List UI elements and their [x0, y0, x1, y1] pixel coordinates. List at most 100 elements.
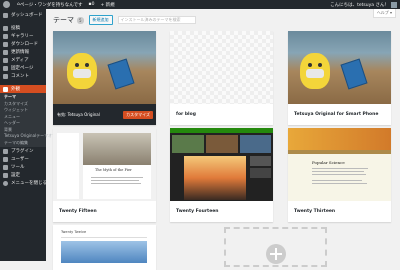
appearance-submenu: テーマ カスタマイズ ウィジェット メニュー ヘッダー 背景 Tetsuya O…: [0, 93, 68, 147]
greeting: こんにちは、tetsuya さん！: [330, 2, 389, 8]
active-theme-bar: 有効: Tetsuya Original カスタマイズ: [53, 104, 156, 125]
theme-card[interactable]: for blog: [170, 31, 273, 125]
menu-users[interactable]: ユーザー: [0, 155, 46, 163]
dashboard-icon: [3, 12, 8, 18]
menu-label: メニューを閉じる: [11, 181, 47, 186]
post-preview: The Myth of the Pier: [83, 133, 151, 199]
theme-screenshot: [53, 31, 156, 104]
page-icon: [3, 65, 8, 71]
menu-label: ギャラリー: [11, 34, 34, 39]
new-label: + 新規: [100, 2, 115, 8]
submenu-theme-editor[interactable]: テーマの編集: [0, 140, 46, 147]
duck-character: [67, 53, 97, 89]
theme-screenshot: Popular Science: [288, 128, 391, 201]
banner-image: [61, 241, 147, 263]
header-preview: [288, 128, 391, 150]
page-header: テーマ 5 新規追加 インストール済みのテーマを検索: [53, 15, 196, 25]
avatar: [391, 1, 397, 8]
menu-label: 外観: [11, 87, 20, 92]
theme-card-active[interactable]: 有効: Tetsuya Original カスタマイズ: [53, 31, 156, 125]
menu-label: 設定: [11, 173, 20, 178]
theme-name: Twenty Fifteen: [59, 209, 97, 214]
menu-label: ツール: [11, 165, 25, 170]
menu-dashboard[interactable]: ダッシュボード: [0, 11, 46, 19]
header-bar-preview: [170, 128, 273, 133]
download-icon: [3, 41, 8, 47]
duck-character: [300, 53, 330, 89]
theme-card[interactable]: The Myth of the Pier Twenty Fifteen: [53, 128, 156, 222]
pier-image: [83, 133, 151, 165]
user-icon: [3, 156, 8, 162]
appearance-icon: [3, 86, 8, 92]
theme-name: for blog: [176, 112, 196, 117]
help-label: ヘルプ: [376, 10, 389, 15]
menu-label: コメント: [11, 74, 29, 79]
box-graphic: [107, 58, 135, 90]
news-icon: [3, 49, 8, 55]
active-prefix: 有効:: [57, 111, 67, 117]
menu-label: メディア: [11, 58, 29, 63]
theme-card[interactable]: Popular Science Twenty Thirteen: [288, 128, 391, 222]
theme-screenshot: [170, 128, 273, 201]
tool-icon: [3, 164, 8, 170]
wordpress-logo-menu[interactable]: [0, 0, 14, 9]
theme-count: 5: [77, 16, 84, 24]
theme-screenshot: [170, 31, 273, 104]
menu-label: ユーザー: [11, 157, 29, 162]
menu-media[interactable]: メディア: [0, 56, 46, 64]
theme-card[interactable]: Twenty Fourteen: [170, 128, 273, 222]
theme-search-input[interactable]: インストール済みのテーマを検索: [117, 16, 196, 24]
plus-icon: [266, 244, 286, 264]
plugin-icon: [3, 148, 8, 154]
menu-label: 固定ページ: [11, 66, 34, 71]
media-icon: [3, 57, 8, 63]
sidebar-preview: [57, 133, 79, 199]
comments-link[interactable]: ▪ 0: [86, 0, 98, 9]
wordpress-icon: [3, 1, 10, 8]
theme-name: Twenty Fourteen: [176, 209, 219, 214]
box-graphic: [340, 58, 368, 90]
post-title: Popular Science: [312, 160, 345, 165]
menu-tools[interactable]: ツール: [0, 163, 46, 171]
hero-image: [184, 156, 246, 200]
help-tab[interactable]: ヘルプ ▾: [372, 9, 396, 18]
my-account-link[interactable]: こんにちは、tetsuya さん！: [327, 0, 400, 9]
menu-label: 更新情報: [11, 50, 29, 55]
themes-screen: ヘルプ ▾ テーマ 5 新規追加 インストール済みのテーマを検索 有効: Tet…: [46, 9, 400, 270]
theme-card[interactable]: Tetsuya Original for Smart Phone: [288, 31, 391, 125]
submenu-theme-options[interactable]: Tetsuya Originalテーマオプション: [0, 133, 68, 140]
theme-card[interactable]: Twenty Twelve: [53, 225, 156, 270]
site-name-link[interactable]: ⌂ ページ・ワンダを持ちなんです: [14, 0, 86, 9]
site-name: ページ・ワンダを持ちなんです: [19, 2, 83, 8]
menu-news[interactable]: 更新情報: [0, 48, 46, 56]
comment-count: 0: [91, 2, 95, 7]
admin-bar: ⌂ ページ・ワンダを持ちなんです ▪ 0 + 新規 こんにちは、tetsuya …: [0, 0, 400, 9]
page-title: テーマ: [53, 16, 74, 24]
menu-download[interactable]: ダウンロード: [0, 40, 46, 48]
menu-collapse[interactable]: メニューを閉じる: [0, 179, 47, 187]
add-new-button[interactable]: 新規追加: [88, 15, 113, 25]
customize-button[interactable]: カスタマイズ: [123, 110, 153, 119]
theme-screenshot: Twenty Twelve: [53, 225, 156, 270]
add-new-theme-card[interactable]: [224, 227, 327, 267]
menu-appearance[interactable]: 外観: [0, 85, 46, 93]
menu-label: ダッシュボード: [11, 13, 43, 18]
pin-icon: [3, 25, 8, 31]
settings-icon: [3, 172, 8, 178]
theme-screenshot: The Myth of the Pier: [53, 128, 156, 201]
admin-menu: ダッシュボード 投稿 ギャラリー ダウンロード 更新情報 メディア 固定ページ …: [0, 9, 68, 261]
theme-name: Tetsuya Original for Smart Phone: [294, 112, 379, 117]
menu-plugins[interactable]: プラグイン: [0, 147, 46, 155]
theme-name: Twenty Twelve: [61, 230, 87, 234]
comment-icon: [3, 73, 8, 79]
gallery-icon: [3, 33, 8, 39]
menu-posts[interactable]: 投稿: [0, 24, 46, 32]
menu-settings[interactable]: 設定: [0, 171, 46, 179]
theme-screenshot: [288, 31, 391, 104]
menu-pages[interactable]: 固定ページ: [0, 64, 46, 72]
menu-label: ダウンロード: [11, 42, 38, 47]
menu-comments[interactable]: コメント: [0, 72, 46, 80]
new-content-link[interactable]: + 新規: [97, 0, 117, 9]
menu-gallery[interactable]: ギャラリー: [0, 32, 46, 40]
theme-name: Tetsuya Original: [67, 112, 100, 117]
